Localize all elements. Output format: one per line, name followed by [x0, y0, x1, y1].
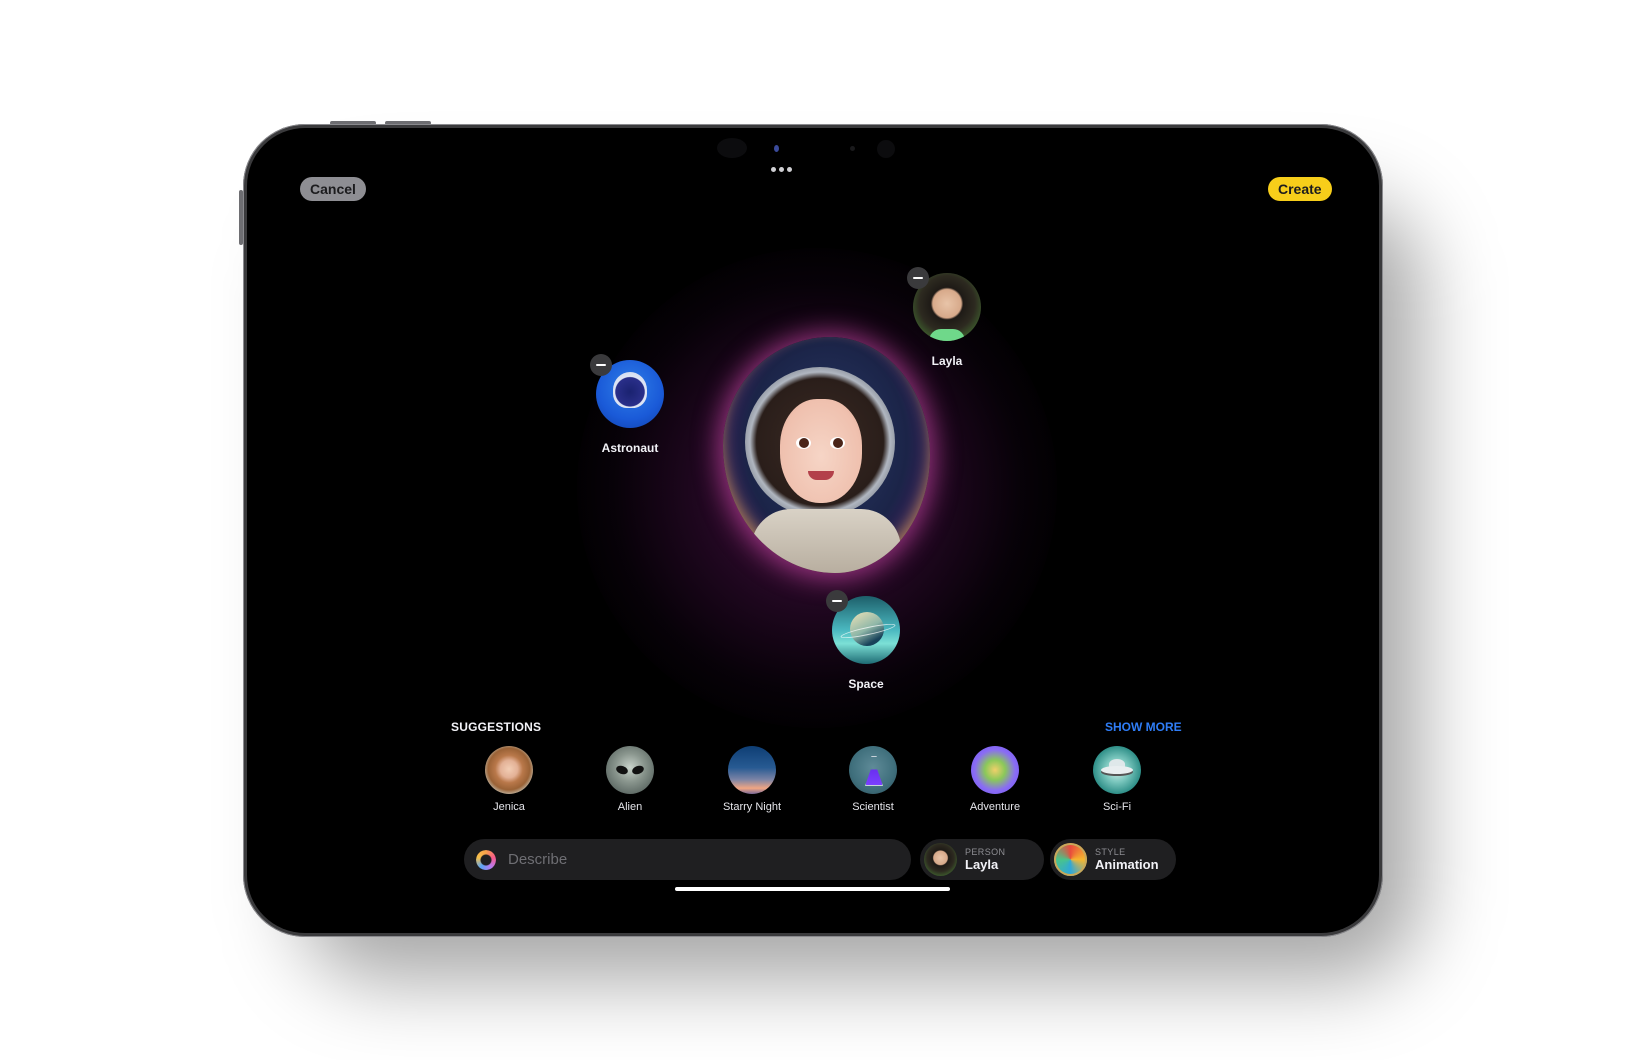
- person-photo-jenica: [485, 746, 533, 794]
- helmet-glyph: [613, 372, 647, 408]
- image-playground-screen: Cancel Create Astronaut Layla Space SUGG…: [247, 128, 1379, 933]
- suggestion-adventure[interactable]: Adventure: [950, 746, 1040, 813]
- describe-field[interactable]: [464, 839, 911, 880]
- minus-icon: [596, 364, 606, 366]
- suggestion-label: Sci-Fi: [1102, 801, 1132, 813]
- animation-style-icon: [1054, 843, 1087, 876]
- concept-layla[interactable]: Layla: [907, 267, 981, 368]
- concept-label: Space: [848, 677, 884, 691]
- describe-input[interactable]: [506, 850, 890, 869]
- map-icon: [971, 746, 1019, 794]
- smile: [808, 471, 834, 480]
- suggestions-header: SUGGESTIONS: [451, 720, 542, 734]
- suggestion-label: Jenica: [493, 801, 525, 813]
- image-playground-icon: [476, 849, 496, 870]
- flask-glyph: [865, 756, 883, 786]
- suggestion-jenica[interactable]: Jenica: [464, 746, 554, 813]
- sensor-housing-left: [717, 138, 747, 158]
- sensor-housing-right: [877, 140, 895, 158]
- person-chip-text: PERSON Layla: [965, 847, 1005, 872]
- create-button[interactable]: Create: [1268, 177, 1332, 201]
- alien-icon: [606, 746, 654, 794]
- home-indicator[interactable]: [675, 887, 950, 891]
- suggestion-starry-night[interactable]: Starry Night: [707, 746, 797, 813]
- suggestion-label: Scientist: [852, 801, 894, 813]
- concept-label: Astronaut: [601, 441, 659, 455]
- person-value: Layla: [965, 857, 999, 872]
- ambient-sensor: [850, 146, 855, 151]
- shirt: [929, 329, 965, 341]
- left-eye: [796, 437, 811, 449]
- character-face: [780, 399, 862, 503]
- style-value: Animation: [1095, 857, 1159, 872]
- ufo-saucer: [1101, 766, 1133, 774]
- minus-icon: [832, 600, 842, 602]
- cancel-button[interactable]: Cancel: [300, 177, 366, 201]
- alien-eye: [614, 764, 630, 776]
- suggestion-alien[interactable]: Alien: [585, 746, 675, 813]
- concept-label: Layla: [931, 354, 963, 368]
- astronaut-suit: [751, 509, 901, 573]
- suggestion-label: Alien: [617, 801, 643, 813]
- suggestion-scientist[interactable]: Scientist: [828, 746, 918, 813]
- person-thumbnail: [924, 843, 957, 876]
- suggestion-label: Adventure: [969, 801, 1021, 813]
- remove-layla-button[interactable]: [907, 267, 929, 289]
- remove-astronaut-button[interactable]: [590, 354, 612, 376]
- style-chip[interactable]: STYLE Animation: [1050, 839, 1176, 880]
- show-more-link[interactable]: SHOW MORE: [1105, 720, 1182, 734]
- front-camera-icon: [774, 145, 779, 152]
- ellipsis-icon[interactable]: [771, 167, 792, 172]
- style-chip-text: STYLE Animation: [1095, 847, 1159, 872]
- flask-icon: [849, 746, 897, 794]
- style-kicker: STYLE: [1095, 847, 1126, 857]
- concept-astronaut[interactable]: Astronaut: [590, 354, 664, 455]
- tablet-device: Cancel Create Astronaut Layla Space SUGG…: [243, 124, 1383, 937]
- ufo-icon: [1093, 746, 1141, 794]
- person-kicker: PERSON: [965, 847, 1006, 857]
- minus-icon: [913, 277, 923, 279]
- right-eye: [830, 437, 845, 449]
- starry-night-icon: [728, 746, 776, 794]
- suggestion-sci-fi[interactable]: Sci-Fi: [1072, 746, 1162, 813]
- alien-eye: [630, 764, 646, 776]
- suggestion-label: Starry Night: [722, 801, 782, 813]
- remove-space-button[interactable]: [826, 590, 848, 612]
- generated-image-preview[interactable]: [723, 337, 930, 573]
- concept-space[interactable]: Space: [826, 590, 900, 691]
- person-chip[interactable]: PERSON Layla: [920, 839, 1044, 880]
